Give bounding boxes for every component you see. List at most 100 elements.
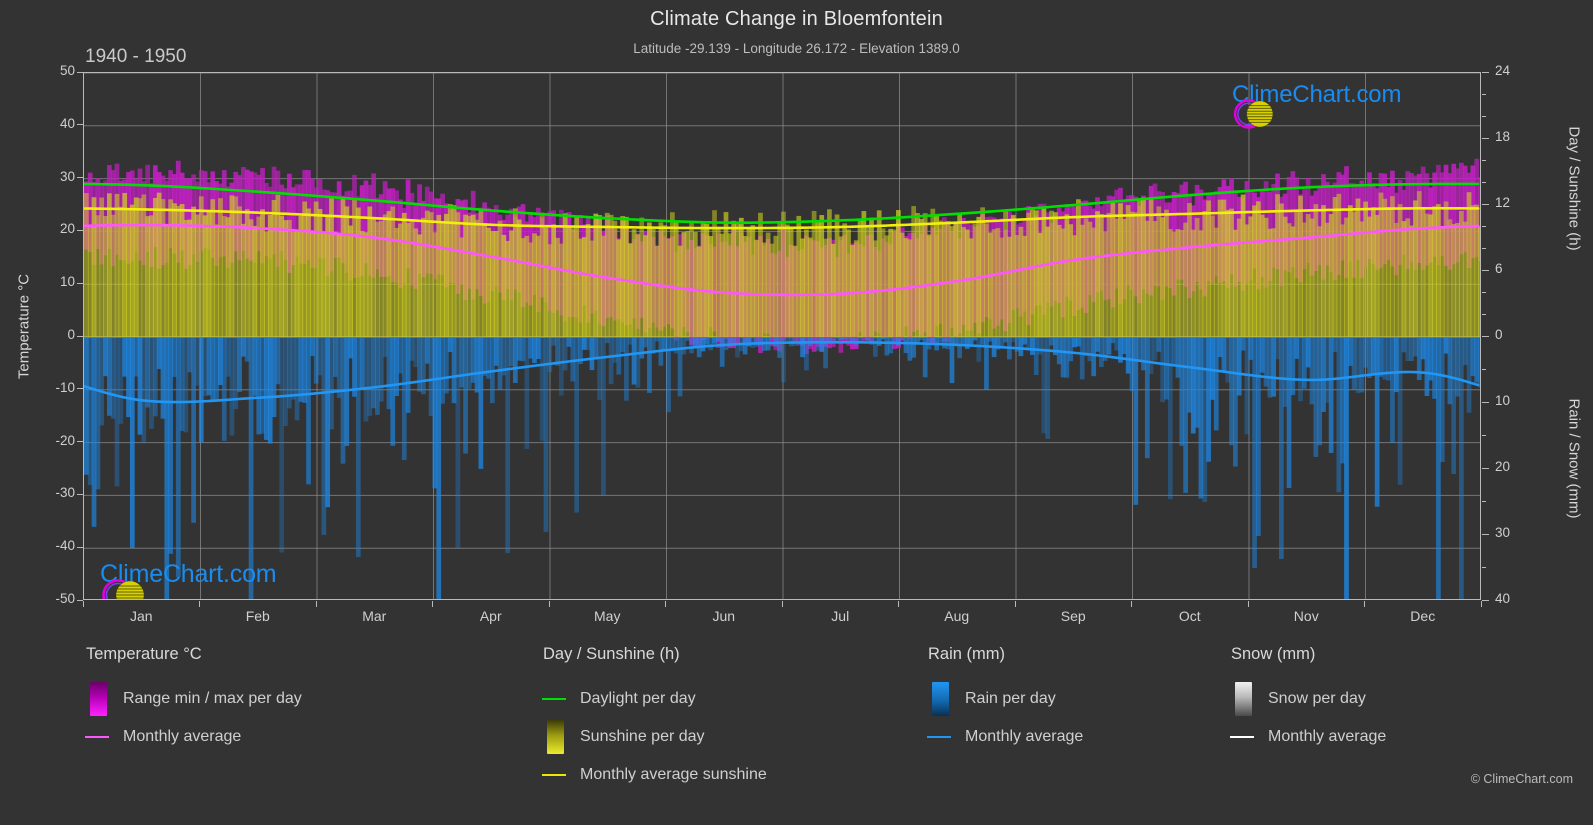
- left-tickmark: [77, 177, 83, 179]
- right-top-minor-tickmark: [1482, 93, 1486, 95]
- left-tickmark: [77, 71, 83, 73]
- legend-item-daysun-2[interactable]: Monthly average sunshine: [541, 756, 767, 794]
- left-tickmark: [77, 229, 83, 231]
- legend-heading-rain: Rain (mm): [928, 645, 1005, 663]
- right-top-tickmark: [1482, 335, 1489, 337]
- left-tick-neg50: -50: [55, 591, 75, 606]
- legend-heading-daysun: Day / Sunshine (h): [543, 645, 680, 663]
- right-top-minor-tickmark: [1482, 313, 1486, 315]
- x-tickmark: [82, 601, 84, 607]
- x-tickmark: [1364, 601, 1365, 607]
- right-bottom-tick-40: 40: [1495, 591, 1511, 606]
- legend-swatch-line: [541, 774, 566, 776]
- right-top-axis-title: Day / Sunshine (h): [1565, 126, 1583, 251]
- right-bottom-tick-10: 10: [1495, 393, 1511, 408]
- x-tickmark: [199, 601, 200, 607]
- left-tickmark: [77, 282, 83, 284]
- legend-swatch-line: [1229, 736, 1254, 738]
- x-tickmark: [1480, 601, 1482, 607]
- legend-swatch-gradient-yellow: [546, 720, 564, 754]
- legend-item-label: Monthly average sunshine: [580, 766, 767, 783]
- right-top-tickmark: [1482, 203, 1489, 205]
- x-tickmark: [781, 601, 783, 607]
- left-tickmark: [77, 546, 83, 548]
- x-tickmark: [548, 601, 550, 607]
- x-tickmark: [315, 601, 317, 607]
- plot-area: ClimeChart.com ClimeChart.com: [83, 72, 1481, 600]
- climate-chart-page: Climate Change in Bloemfontein Latitude …: [0, 0, 1593, 825]
- x-tick-nov: Nov: [1293, 608, 1319, 624]
- right-top-tickmark: [1482, 71, 1489, 73]
- chart-legend: Temperature °C Range min / max per day Mon…: [0, 645, 1593, 795]
- legend-group-temperature: Temperature °C Range min / max per day Mon…: [84, 645, 302, 756]
- x-tick-oct: Oct: [1178, 608, 1201, 624]
- left-tickmark: [77, 493, 83, 495]
- x-tick-dec: Dec: [1410, 608, 1436, 624]
- legend-heading-snow: Snow (mm): [1231, 645, 1316, 663]
- watermark-logo-top: ClimeChart.com: [1230, 81, 1401, 129]
- right-top-tick-12: 12: [1495, 195, 1511, 210]
- right-top-minor-tickmark: [1482, 247, 1486, 249]
- x-tickmark: [665, 601, 666, 607]
- legend-item-daysun-1[interactable]: Sunshine per day: [543, 718, 767, 756]
- legend-item-label: Sunshine per day: [580, 728, 705, 745]
- x-tick-apr: Apr: [479, 608, 502, 624]
- legend-group-snow: Snow (mm) Snow per day Monthly average: [1229, 645, 1387, 756]
- x-tick-jun: Jun: [712, 608, 736, 624]
- left-tick-neg10: -10: [55, 379, 75, 395]
- x-tickmark: [1014, 601, 1016, 607]
- left-tick-50: 50: [59, 63, 75, 78]
- page-title: Climate Change in Bloemfontein: [650, 8, 943, 30]
- right-top-minor-tickmark: [1482, 159, 1486, 161]
- left-tick-20: 20: [59, 221, 75, 237]
- right-bottom-minor-tickmark: [1482, 500, 1486, 502]
- legend-item-snow-1[interactable]: Monthly average: [1229, 718, 1387, 756]
- right-top-tick-6: 6: [1495, 261, 1503, 276]
- x-tick-feb: Feb: [245, 608, 270, 624]
- right-bottom-tickmark: [1482, 599, 1489, 601]
- x-tick-may: May: [594, 608, 621, 624]
- legend-group-daysun: Day / Sunshine (h) Daylight per day Sunshi…: [541, 645, 767, 794]
- right-top-tickmark: [1482, 137, 1489, 139]
- x-tickmark: [1131, 601, 1132, 607]
- left-tick-30: 30: [59, 168, 75, 184]
- watermark-logo-inner: ClimeChart.com: [98, 560, 277, 599]
- legend-swatch-gradient-blue: [931, 682, 949, 716]
- legend-item-daysun-0[interactable]: Daylight per day: [541, 680, 767, 718]
- legend-item-rain-0[interactable]: Rain per day: [928, 680, 1083, 718]
- right-bottom-minor-tickmark: [1482, 566, 1486, 568]
- right-top-minor-tickmark: [1482, 291, 1486, 293]
- x-tick-jul: Jul: [831, 608, 850, 624]
- right-top-minor-tickmark: [1482, 115, 1486, 117]
- x-tickmark: [898, 601, 899, 607]
- right-top-minor-tickmark: [1482, 225, 1486, 227]
- period-label: 1940 - 1950: [85, 46, 187, 67]
- legend-group-rain: Rain (mm) Rain per day Monthly average: [926, 645, 1083, 756]
- left-tick-40: 40: [59, 115, 75, 131]
- legend-item-label: Snow per day: [1268, 690, 1366, 707]
- legend-item-temperature-1[interactable]: Monthly average: [84, 718, 302, 756]
- legend-item-label: Rain per day: [965, 690, 1056, 707]
- page-subtitle: Latitude -29.139 - Longitude 26.172 - El…: [633, 41, 960, 56]
- legend-heading-temperature: Temperature °C: [86, 645, 202, 663]
- left-tick-neg20: -20: [55, 432, 75, 448]
- legend-item-snow-0[interactable]: Snow per day: [1231, 680, 1386, 718]
- legend-item-label: Monthly average: [1268, 728, 1387, 745]
- legend-item-label: Monthly average: [123, 728, 242, 745]
- right-bottom-tick-20: 20: [1495, 459, 1511, 474]
- legend-swatch-gradient-white: [1234, 682, 1252, 716]
- copyright-label: © ClimeChart.com: [1470, 772, 1573, 786]
- right-top-tick-0: 0: [1495, 327, 1503, 342]
- right-top-minor-tickmark: [1482, 181, 1486, 183]
- left-tick-0: 0: [67, 327, 75, 342]
- left-tickmark: [77, 335, 83, 337]
- left-tick-neg40: -40: [55, 538, 75, 554]
- legend-item-temperature-0[interactable]: Range min / max per day: [86, 680, 302, 718]
- legend-item-rain-1[interactable]: Monthly average: [926, 718, 1083, 756]
- x-tick-aug: Aug: [944, 608, 970, 624]
- right-bottom-tick-30: 30: [1495, 525, 1511, 540]
- right-top-tick-24: 24: [1495, 63, 1511, 78]
- right-bottom-minor-tickmark: [1482, 434, 1486, 436]
- right-bottom-tickmark: [1482, 533, 1489, 535]
- right-bottom-tickmark: [1482, 401, 1489, 403]
